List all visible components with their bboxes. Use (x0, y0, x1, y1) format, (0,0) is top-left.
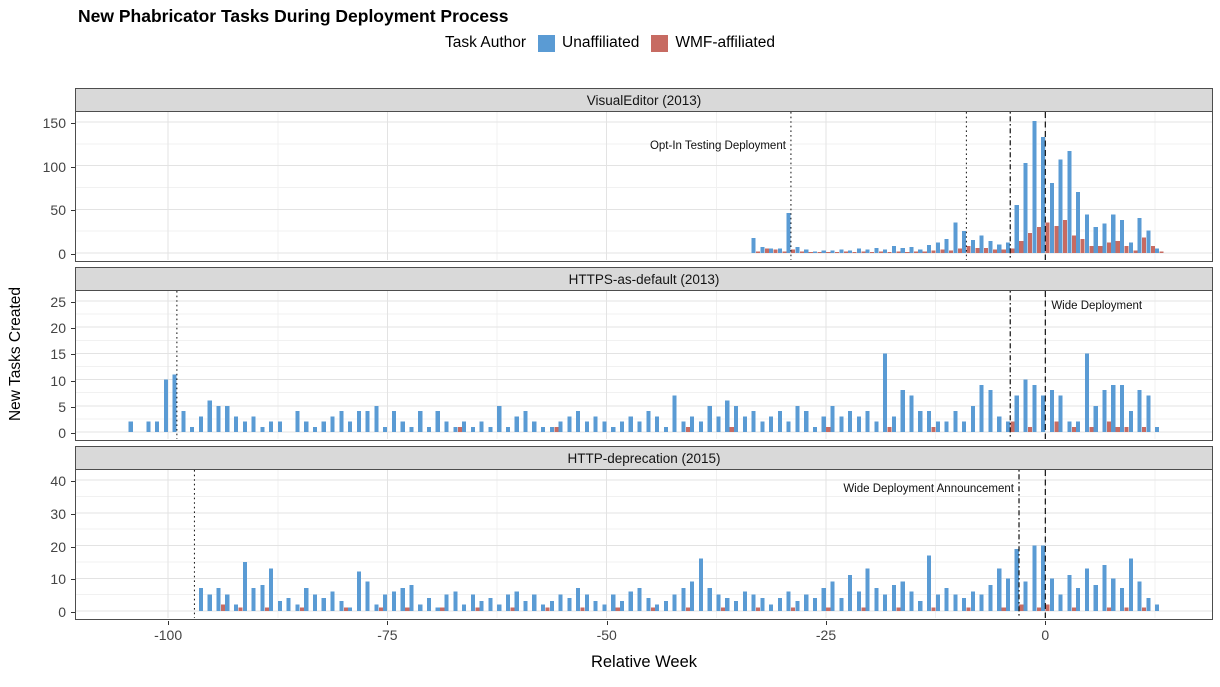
y-tick-mark (71, 547, 75, 548)
y-tick-mark (71, 579, 75, 580)
facet-strip-label: HTTP-deprecation (2015) (567, 451, 720, 466)
x-tick-mark (168, 621, 169, 625)
y-tick-mark (71, 302, 75, 303)
x-tick-mark (607, 621, 608, 625)
y-tick-mark (71, 481, 75, 482)
reference-lines (791, 112, 1045, 260)
x-tick-mark (826, 621, 827, 625)
y-tick-mark (71, 433, 75, 434)
y-tick-mark (71, 381, 75, 382)
reference-line-annotation: Wide Deployment (1051, 300, 1142, 312)
facet-2: HTTPS-as-default (2013) Wide Deployment (75, 267, 1213, 441)
x-tick-label: -75 (357, 627, 417, 643)
facet-panel: Opt-In Testing Deployment (75, 112, 1213, 262)
facet-panel: Wide Deployment (75, 291, 1213, 441)
y-tick-label: 150 (24, 115, 66, 131)
y-tick-label: 20 (24, 320, 66, 336)
facet-plot-svg (76, 112, 1212, 260)
reference-line-annotation: Wide Deployment Announcement (76, 483, 1014, 495)
y-tick-mark (71, 167, 75, 168)
y-tick-label: 5 (24, 399, 66, 415)
legend-label-wmf-affiliated: WMF-affiliated (675, 34, 775, 52)
facet-strip: VisualEditor (2013) (75, 88, 1213, 112)
y-tick-label: 100 (24, 159, 66, 175)
y-tick-label: 40 (24, 473, 66, 489)
x-tick-label: -25 (796, 627, 856, 643)
y-tick-mark (71, 612, 75, 613)
x-axis-title: Relative Week (75, 653, 1213, 672)
facet-panel: Wide Deployment Announcement (75, 470, 1213, 620)
y-tick-mark (71, 210, 75, 211)
facet-strip-label: VisualEditor (2013) (587, 93, 702, 108)
x-tick-label: -50 (577, 627, 637, 643)
y-tick-label: 50 (24, 202, 66, 218)
y-tick-label: 10 (24, 373, 66, 389)
chart-title: New Phabricator Tasks During Deployment … (78, 6, 509, 27)
y-tick-label: 0 (24, 604, 66, 620)
reference-line-annotation: Opt-In Testing Deployment (76, 140, 786, 152)
y-tick-label: 0 (24, 246, 66, 262)
y-axis-title: New Tasks Created (7, 287, 25, 421)
facet-plot-svg (76, 291, 1212, 439)
x-tick-label: -100 (138, 627, 198, 643)
y-tick-label: 20 (24, 539, 66, 555)
legend-title: Task Author (445, 34, 526, 52)
y-tick-label: 0 (24, 425, 66, 441)
x-tick-mark (387, 621, 388, 625)
legend-swatch-wmf-affiliated (651, 35, 668, 52)
facet-strip: HTTP-deprecation (2015) (75, 446, 1213, 470)
reference-lines (177, 291, 1045, 439)
y-tick-label: 30 (24, 506, 66, 522)
x-tick-label: 0 (1015, 627, 1075, 643)
facet-3: HTTP-deprecation (2015) Wide Deployment A… (75, 446, 1213, 620)
legend-item-wmf-affiliated: WMF-affiliated (651, 34, 775, 52)
facet-1: VisualEditor (2013) Opt-In Testing Deploy… (75, 88, 1213, 262)
y-tick-mark (71, 514, 75, 515)
y-tick-label: 10 (24, 571, 66, 587)
legend: Task Author Unaffiliated WMF-affiliated (0, 34, 1220, 52)
chart-root: New Phabricator Tasks During Deployment … (0, 0, 1220, 687)
y-tick-mark (71, 407, 75, 408)
y-tick-mark (71, 328, 75, 329)
y-tick-label: 15 (24, 346, 66, 362)
facet-strip: HTTPS-as-default (2013) (75, 267, 1213, 291)
x-tick-mark (1045, 621, 1046, 625)
legend-item-unaffiliated: Unaffiliated (538, 34, 639, 52)
y-tick-mark (71, 254, 75, 255)
legend-label-unaffiliated: Unaffiliated (562, 34, 639, 52)
legend-swatch-unaffiliated (538, 35, 555, 52)
y-tick-mark (71, 123, 75, 124)
y-tick-mark (71, 354, 75, 355)
facet-strip-label: HTTPS-as-default (2013) (569, 272, 720, 287)
y-tick-label: 25 (24, 294, 66, 310)
